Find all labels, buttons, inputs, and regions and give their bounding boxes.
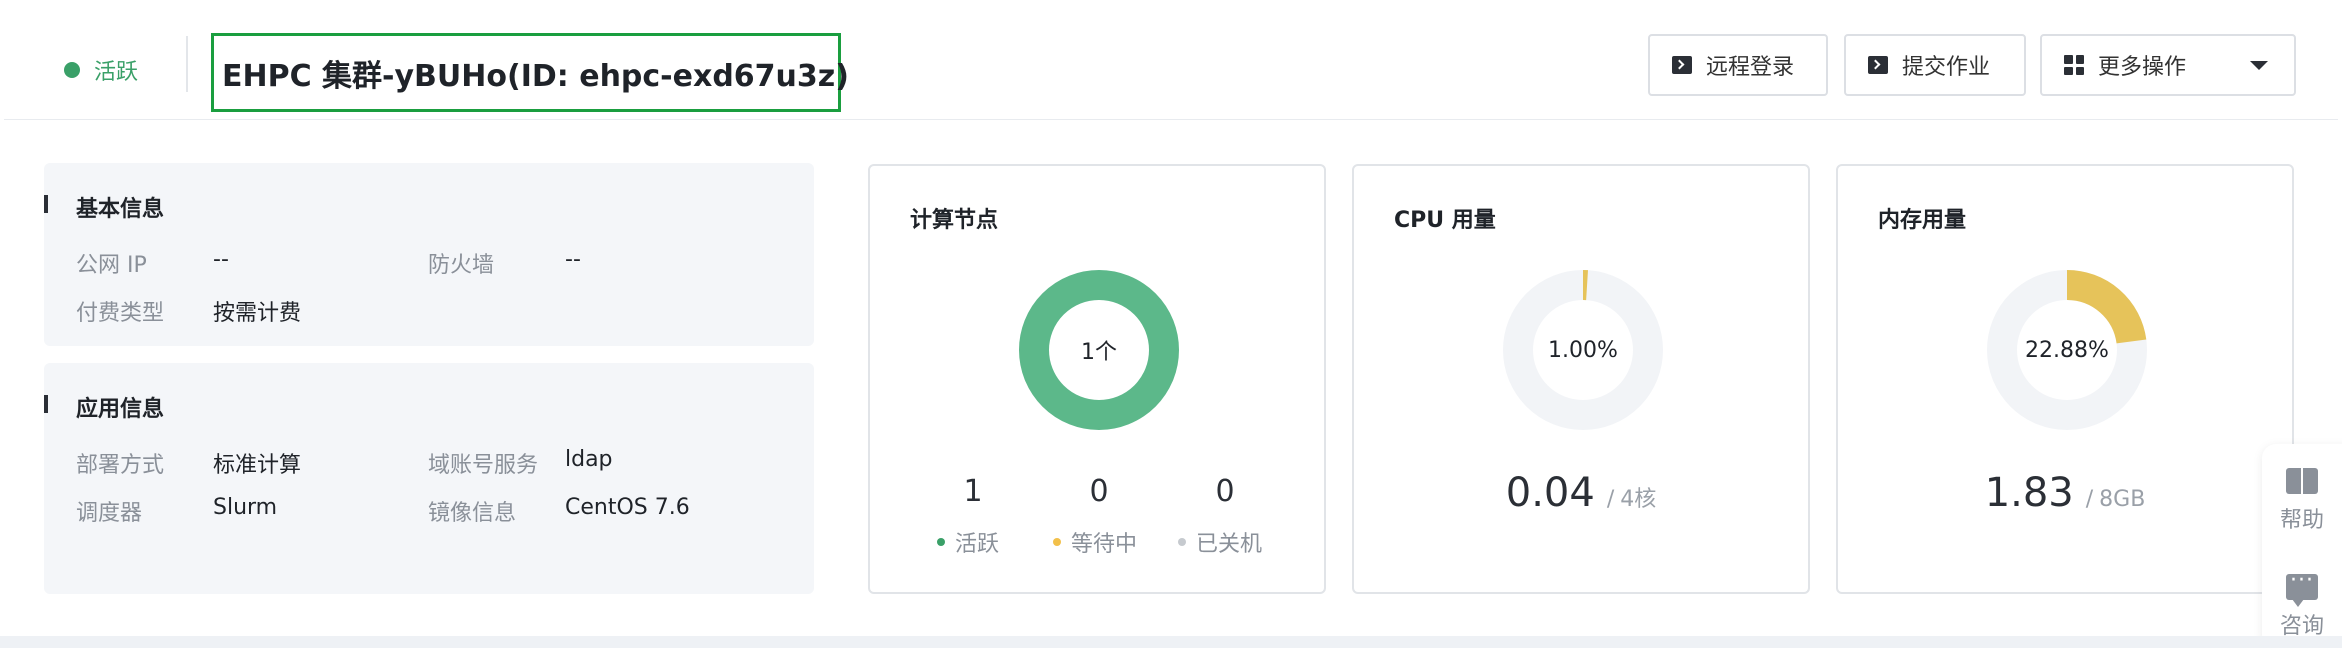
memory-total-value: 8GB (2099, 487, 2146, 512)
slash: / (1606, 487, 1615, 512)
cluster-header: 活跃 EHPC 集群-yBUHo(ID: ehpc-exd67u3z) 远程登录… (4, 12, 2338, 120)
submit-job-button[interactable]: 提交作业 (1844, 34, 2026, 96)
compute-nodes-title: 计算节点 (910, 208, 999, 233)
basic-info-panel: 基本信息 公网 IP -- 防火墙 -- 付费类型 按需计费 (44, 163, 814, 346)
cluster-overview-page: 活跃 EHPC 集群-yBUHo(ID: ehpc-exd67u3z) 远程登录… (0, 0, 2342, 648)
page-bottom-edge (0, 636, 2342, 648)
status-text: 活跃 (94, 60, 139, 85)
status-dot-icon (64, 62, 80, 78)
legend-waiting-label: 等待中 (1071, 532, 1138, 557)
legend-active-label: 活跃 (955, 532, 1000, 557)
deploy-mode-label: 部署方式 (76, 453, 165, 478)
more-actions-label: 更多操作 (2098, 55, 2187, 80)
cluster-status: 活跃 (64, 54, 138, 86)
cpu-usage-card: CPU 用量 1.00% 0.04 /4核 (1352, 164, 1810, 594)
memory-usage-card: 内存用量 22.88% 1.83 /8GB (1836, 164, 2294, 594)
grid-icon (2064, 55, 2084, 75)
legend-shutdown-label: 已关机 (1196, 532, 1263, 557)
shutdown-dot-icon (1178, 538, 1186, 546)
chevron-down-icon (2250, 61, 2268, 70)
deploy-mode-value: 标准计算 (213, 453, 302, 478)
memory-usage-summary: 1.83 /8GB (1838, 470, 2292, 516)
help-button[interactable]: 帮助 (2262, 468, 2342, 534)
section-marker (44, 395, 48, 413)
public-ip-value: -- (213, 247, 229, 272)
scheduler-value: Slurm (213, 495, 278, 520)
help-label: 帮助 (2279, 508, 2324, 533)
shutdown-node-count: 0 (1215, 474, 1235, 509)
domain-service-label: 域账号服务 (428, 453, 539, 478)
side-help-panel: 帮助 咨询 (2262, 444, 2342, 648)
memory-percent-label: 22.88% (2025, 337, 2109, 363)
consult-button[interactable]: 咨询 (2262, 568, 2342, 640)
image-info-value: CentOS 7.6 (565, 495, 690, 520)
divider (186, 36, 188, 92)
cpu-used-value: 0.04 (1505, 470, 1595, 516)
cluster-title: EHPC 集群-yBUHo(ID: ehpc-exd67u3z) (211, 33, 849, 112)
chat-icon (2286, 568, 2318, 607)
submit-job-label: 提交作业 (1902, 55, 1991, 80)
active-dot-icon (937, 538, 945, 546)
waiting-node-count: 0 (1089, 474, 1109, 509)
section-marker (44, 195, 48, 213)
memory-used-value: 1.83 (1984, 470, 2074, 516)
more-actions-dropdown[interactable]: 更多操作 (2040, 34, 2296, 96)
image-info-label: 镜像信息 (428, 501, 517, 526)
terminal-icon (1672, 56, 1692, 74)
node-total-label: 1个 (1081, 340, 1117, 365)
firewall-label: 防火墙 (428, 253, 495, 278)
active-node-count: 1 (963, 474, 983, 509)
cpu-total-value: 4核 (1620, 487, 1657, 512)
remote-login-label: 远程登录 (1706, 55, 1795, 80)
firewall-value: -- (565, 247, 581, 272)
app-info-panel: 应用信息 部署方式 标准计算 域账号服务 ldap 调度器 Slurm 镜像信息… (44, 363, 814, 594)
legend-active: 活跃 (937, 526, 999, 558)
billing-type-label: 付费类型 (76, 301, 165, 326)
memory-usage-title: 内存用量 (1878, 208, 1967, 233)
app-info-heading: 应用信息 (76, 397, 165, 422)
compute-nodes-card: 计算节点 1个 1 0 0 活跃 等待中 已关机 (868, 164, 1326, 594)
scheduler-label: 调度器 (76, 501, 143, 526)
cpu-percent-label: 1.00% (1548, 337, 1618, 363)
remote-login-button[interactable]: 远程登录 (1648, 34, 1828, 96)
legend-shutdown: 已关机 (1178, 526, 1262, 558)
cpu-usage-summary: 0.04 /4核 (1354, 470, 1808, 516)
book-icon (2286, 468, 2318, 494)
terminal-icon (1868, 56, 1888, 74)
domain-service-value: ldap (565, 447, 613, 472)
cpu-usage-title: CPU 用量 (1394, 208, 1496, 233)
public-ip-label: 公网 IP (76, 253, 147, 278)
legend-waiting: 等待中 (1053, 526, 1137, 558)
billing-type-value: 按需计费 (213, 301, 302, 326)
slash: / (2085, 487, 2094, 512)
basic-info-heading: 基本信息 (76, 197, 165, 222)
waiting-dot-icon (1053, 538, 1061, 546)
